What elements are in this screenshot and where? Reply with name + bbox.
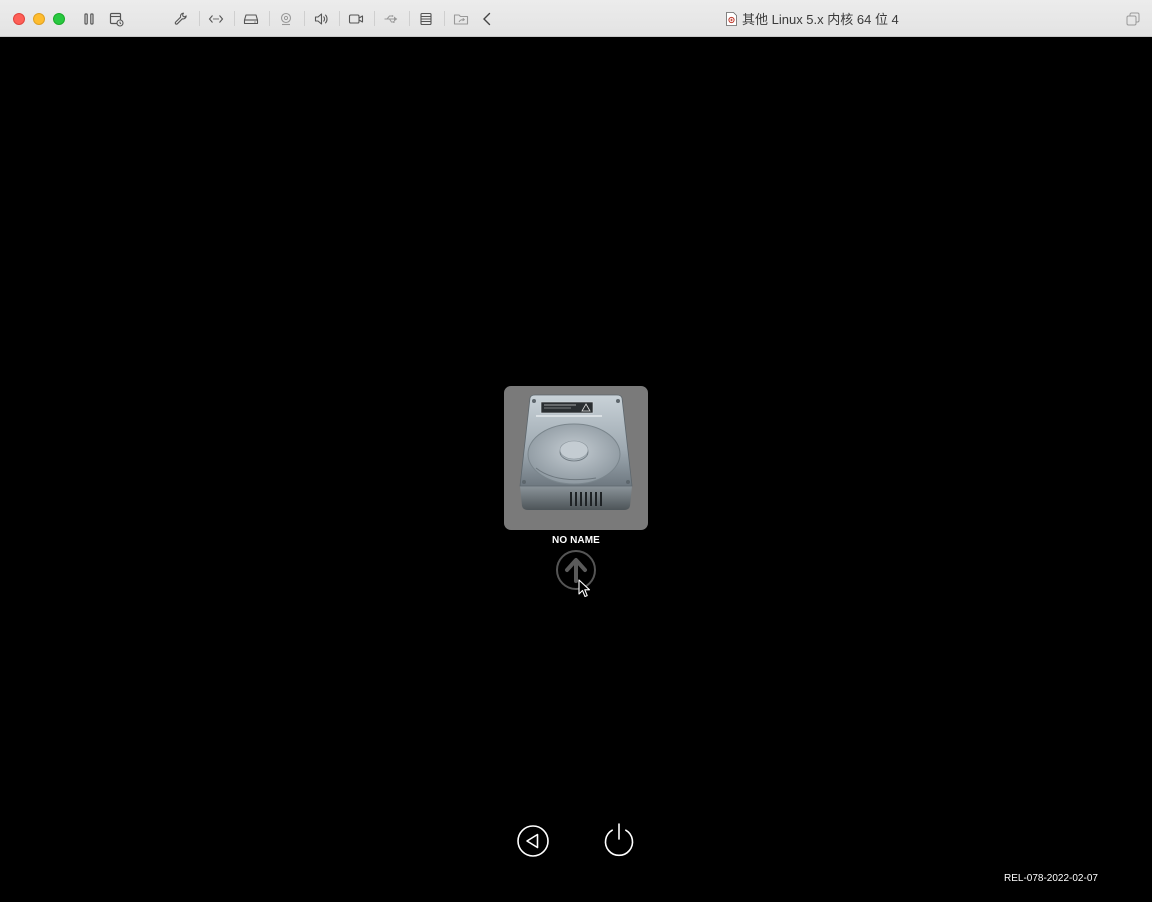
mouse-pointer-icon [578,579,591,598]
window-close-button[interactable] [13,13,25,25]
toolbar-divider [374,11,375,26]
hard-disk-icon [519,394,633,510]
video-icon[interactable] [346,9,366,29]
pause-icon[interactable] [79,9,99,29]
window-zoom-button[interactable] [53,13,65,25]
snapshot-icon[interactable] [106,9,126,29]
network-icon[interactable] [206,9,226,29]
firmware-version-label: REL-078-2022-02-07 [1004,873,1098,884]
power-icon[interactable] [601,822,637,858]
toolbar-divider [269,11,270,26]
toolbar-divider [409,11,410,26]
toolbar-divider [199,11,200,26]
hard-disk-icon[interactable] [241,9,261,29]
restore-window-icon[interactable] [1126,12,1140,26]
window-title: 其他 Linux 5.x 内核 64 位 4 [726,0,899,37]
settings-wrench-icon[interactable] [171,9,191,29]
vm-document-icon [726,11,737,26]
toolbar-divider [339,11,340,26]
sound-icon[interactable] [311,9,331,29]
printer-icon[interactable] [416,9,436,29]
window-title-text: 其他 Linux 5.x 内核 64 位 4 [742,12,899,27]
collapse-chevron-icon[interactable] [477,9,497,29]
camera-icon[interactable] [276,9,296,29]
shared-folder-icon[interactable] [451,9,471,29]
toolbar-divider [234,11,235,26]
window-minimize-button[interactable] [33,13,45,25]
disk-name-label: NO NAME [552,535,600,546]
toolbar-divider [304,11,305,26]
back-triangle-icon[interactable] [516,824,550,858]
window-titlebar: 其他 Linux 5.x 内核 64 位 4 [0,0,1152,37]
toolbar-divider [444,11,445,26]
usb-icon[interactable] [381,9,401,29]
startup-disk-tile[interactable] [504,386,648,530]
